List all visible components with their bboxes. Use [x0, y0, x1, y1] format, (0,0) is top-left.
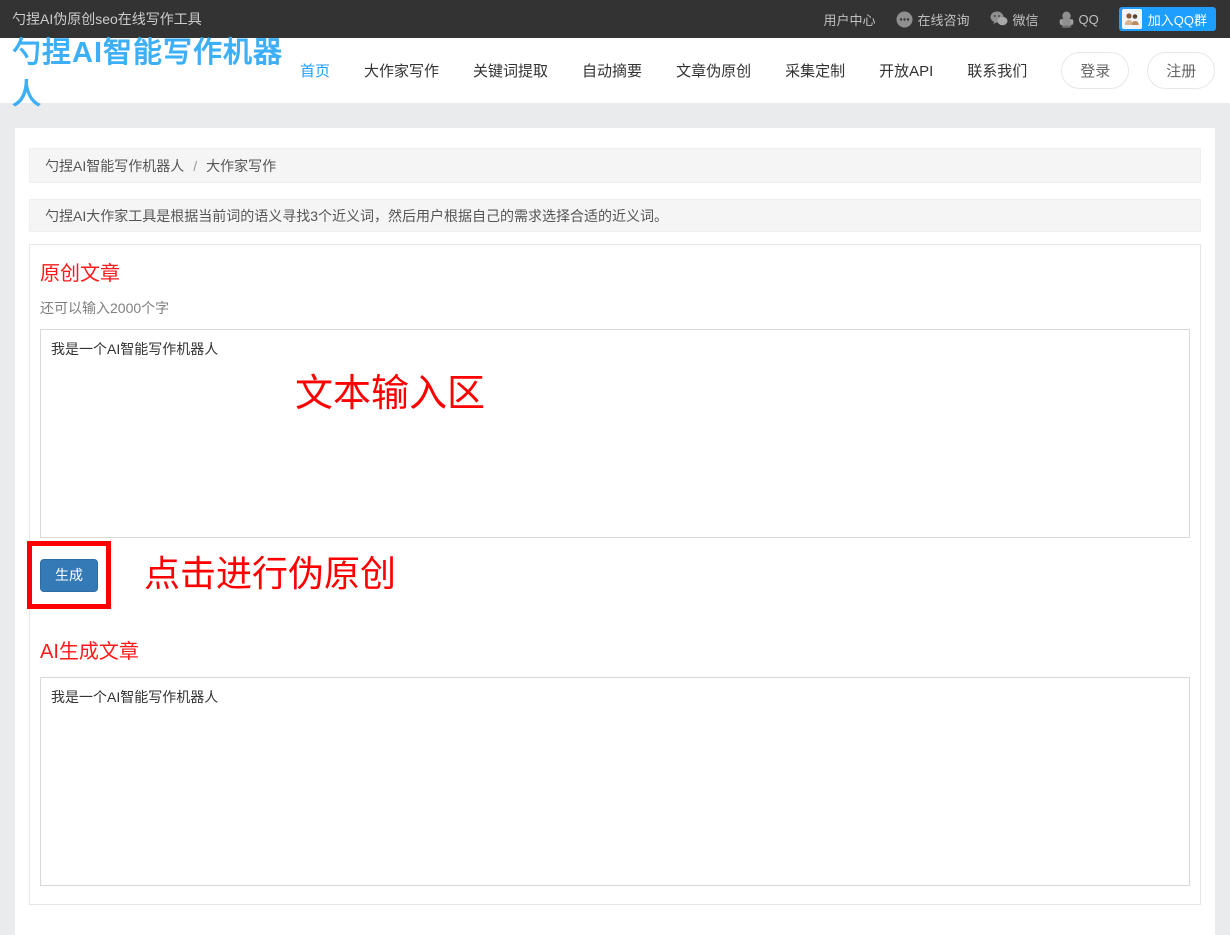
login-button[interactable]: 登录 [1061, 52, 1129, 89]
join-qq-group-label: 加入QQ群 [1148, 10, 1207, 29]
nav-item-contact[interactable]: 联系我们 [967, 60, 1027, 81]
main-header: 勺捏AI智能写作机器人 首页 大作家写作 关键词提取 自动摘要 文章伪原创 采集… [0, 38, 1230, 103]
source-textarea-wrap: 我是一个AI智能写作机器人 文本输入区 [40, 329, 1190, 538]
breadcrumb: 勺捏AI智能写作机器人 / 大作家写作 [29, 148, 1201, 183]
wechat-icon [990, 11, 1008, 27]
wechat-label: 微信 [1013, 10, 1039, 29]
qq-label: QQ [1079, 12, 1099, 27]
qq-link[interactable]: QQ [1059, 11, 1099, 28]
generate-row: 生成 点击进行伪原创 [40, 541, 1190, 609]
breadcrumb-home[interactable]: 勺捏AI智能写作机器人 [45, 156, 184, 176]
user-center-label: 用户中心 [823, 10, 875, 29]
main-nav: 首页 大作家写作 关键词提取 自动摘要 文章伪原创 采集定制 开放API 联系我… [300, 60, 1061, 81]
nav-item-keyword-extract[interactable]: 关键词提取 [473, 60, 548, 81]
breadcrumb-separator: / [193, 158, 197, 174]
topbar-links: 用户中心 在线咨询 [823, 7, 1216, 31]
user-center-link[interactable]: 用户中心 [823, 10, 875, 29]
online-support-label: 在线咨询 [918, 10, 970, 29]
breadcrumb-current[interactable]: 大作家写作 [206, 156, 276, 176]
nav-item-home[interactable]: 首页 [300, 60, 330, 81]
annotation-generate-hint: 点击进行伪原创 [144, 545, 396, 597]
remaining-chars-hint: 还可以输入2000个字 [40, 299, 1190, 317]
site-subtitle: 勺捏AI伪原创seo在线写作工具 [12, 9, 202, 29]
source-textarea[interactable]: 我是一个AI智能写作机器人 [40, 329, 1190, 538]
nav-item-open-api[interactable]: 开放API [879, 60, 933, 81]
online-support-link[interactable]: 在线咨询 [896, 10, 970, 29]
result-textarea-wrap: 我是一个AI智能写作机器人 [40, 677, 1190, 886]
nav-item-collect-custom[interactable]: 采集定制 [785, 60, 845, 81]
content-container: 勺捏AI智能写作机器人 / 大作家写作 勺捏AI大作家工具是根据当前词的语义寻找… [15, 128, 1215, 935]
qq-penguin-icon [1059, 11, 1074, 28]
generate-button[interactable]: 生成 [40, 559, 98, 592]
nav-item-pseudo-original[interactable]: 文章伪原创 [676, 60, 751, 81]
result-textarea[interactable]: 我是一个AI智能写作机器人 [40, 677, 1190, 886]
editor-panel: 原创文章 还可以输入2000个字 我是一个AI智能写作机器人 文本输入区 生成 … [29, 244, 1201, 905]
register-button[interactable]: 注册 [1147, 52, 1215, 89]
join-qq-group-button[interactable]: 加入QQ群 [1119, 7, 1216, 31]
result-section-title: AI生成文章 [40, 639, 1190, 665]
tool-intro-text: 勺捏AI大作家工具是根据当前词的语义寻找3个近义词，然后用户根据自己的需求选择合… [45, 206, 668, 226]
source-section-title: 原创文章 [40, 261, 1190, 287]
nav-item-auto-summary[interactable]: 自动摘要 [582, 60, 642, 81]
chat-bubble-icon [896, 11, 913, 28]
wechat-link[interactable]: 微信 [990, 10, 1039, 29]
annotation-highlight-box: 生成 [27, 541, 111, 609]
nav-item-writer[interactable]: 大作家写作 [364, 60, 439, 81]
site-logo[interactable]: 勺捏AI智能写作机器人 [12, 29, 300, 113]
qq-group-people-icon [1122, 9, 1142, 29]
page-background: 勺捏AI智能写作机器人 / 大作家写作 勺捏AI大作家工具是根据当前词的语义寻找… [0, 103, 1230, 935]
auth-buttons: 登录 注册 [1061, 52, 1215, 89]
tool-intro-bar: 勺捏AI大作家工具是根据当前词的语义寻找3个近义词，然后用户根据自己的需求选择合… [29, 199, 1201, 232]
